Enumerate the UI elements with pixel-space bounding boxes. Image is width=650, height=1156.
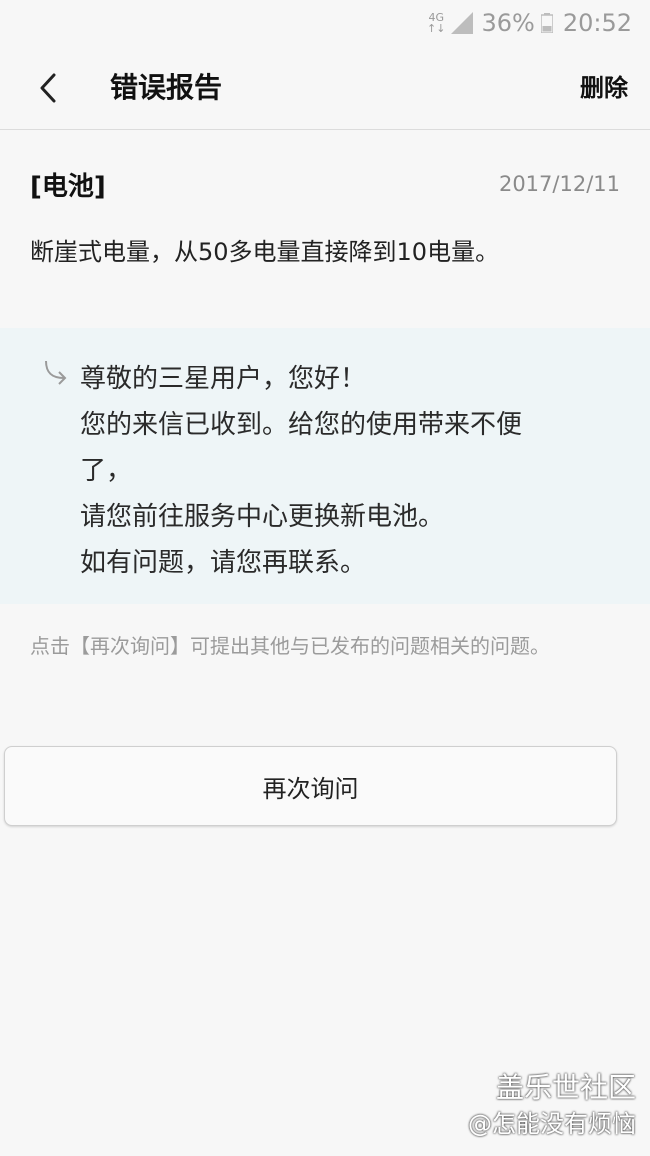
page-title: 错误报告: [110, 71, 223, 104]
reply-text: 尊敬的三星用户，您好！ 您的来信已收到。给您的使用带来不便 了， 请您前往服务中…: [80, 356, 600, 586]
ask-again-button[interactable]: 再次询问: [4, 746, 617, 826]
hint-text: 点击【再次询问】可提出其他与已发布的问题相关的问题。: [30, 634, 550, 658]
reply-line: 了，: [80, 456, 133, 486]
battery-icon: [540, 13, 553, 33]
battery-percent: 36%: [481, 9, 535, 37]
reply-line: 请您前往服务中心更换新电池。: [80, 502, 445, 532]
status-bar: 4G ↑↓ 36% 20:52: [0, 0, 650, 46]
watermark-community: 盖乐世社区: [495, 1071, 636, 1104]
watermark-author: @怎能没有烦恼: [468, 1110, 636, 1138]
delete-button[interactable]: 删除: [580, 68, 628, 108]
network-4g-icon: 4G ↑↓: [427, 11, 446, 35]
app-bar: 错误报告 删除: [0, 46, 650, 130]
signal-icon: [451, 12, 474, 34]
chevron-left-icon: [40, 73, 56, 103]
reply-line: 如有问题，请您再联系。: [80, 548, 367, 578]
report-date: 2017/12/11: [498, 172, 620, 196]
status-time: 20:52: [562, 9, 632, 37]
reply-line: 您的来信已收到。给您的使用带来不便: [80, 410, 523, 440]
report-category: [电池]: [30, 172, 106, 202]
reply-box: 尊敬的三星用户，您好！ 您的来信已收到。给您的使用带来不便 了， 请您前往服务中…: [0, 328, 650, 604]
reply-arrow-icon: [45, 360, 67, 385]
back-button[interactable]: [28, 68, 68, 108]
report-body: 断崖式电量，从50多电量直接降到10电量。: [30, 238, 500, 266]
reply-line: 尊敬的三星用户，您好！: [80, 364, 367, 394]
